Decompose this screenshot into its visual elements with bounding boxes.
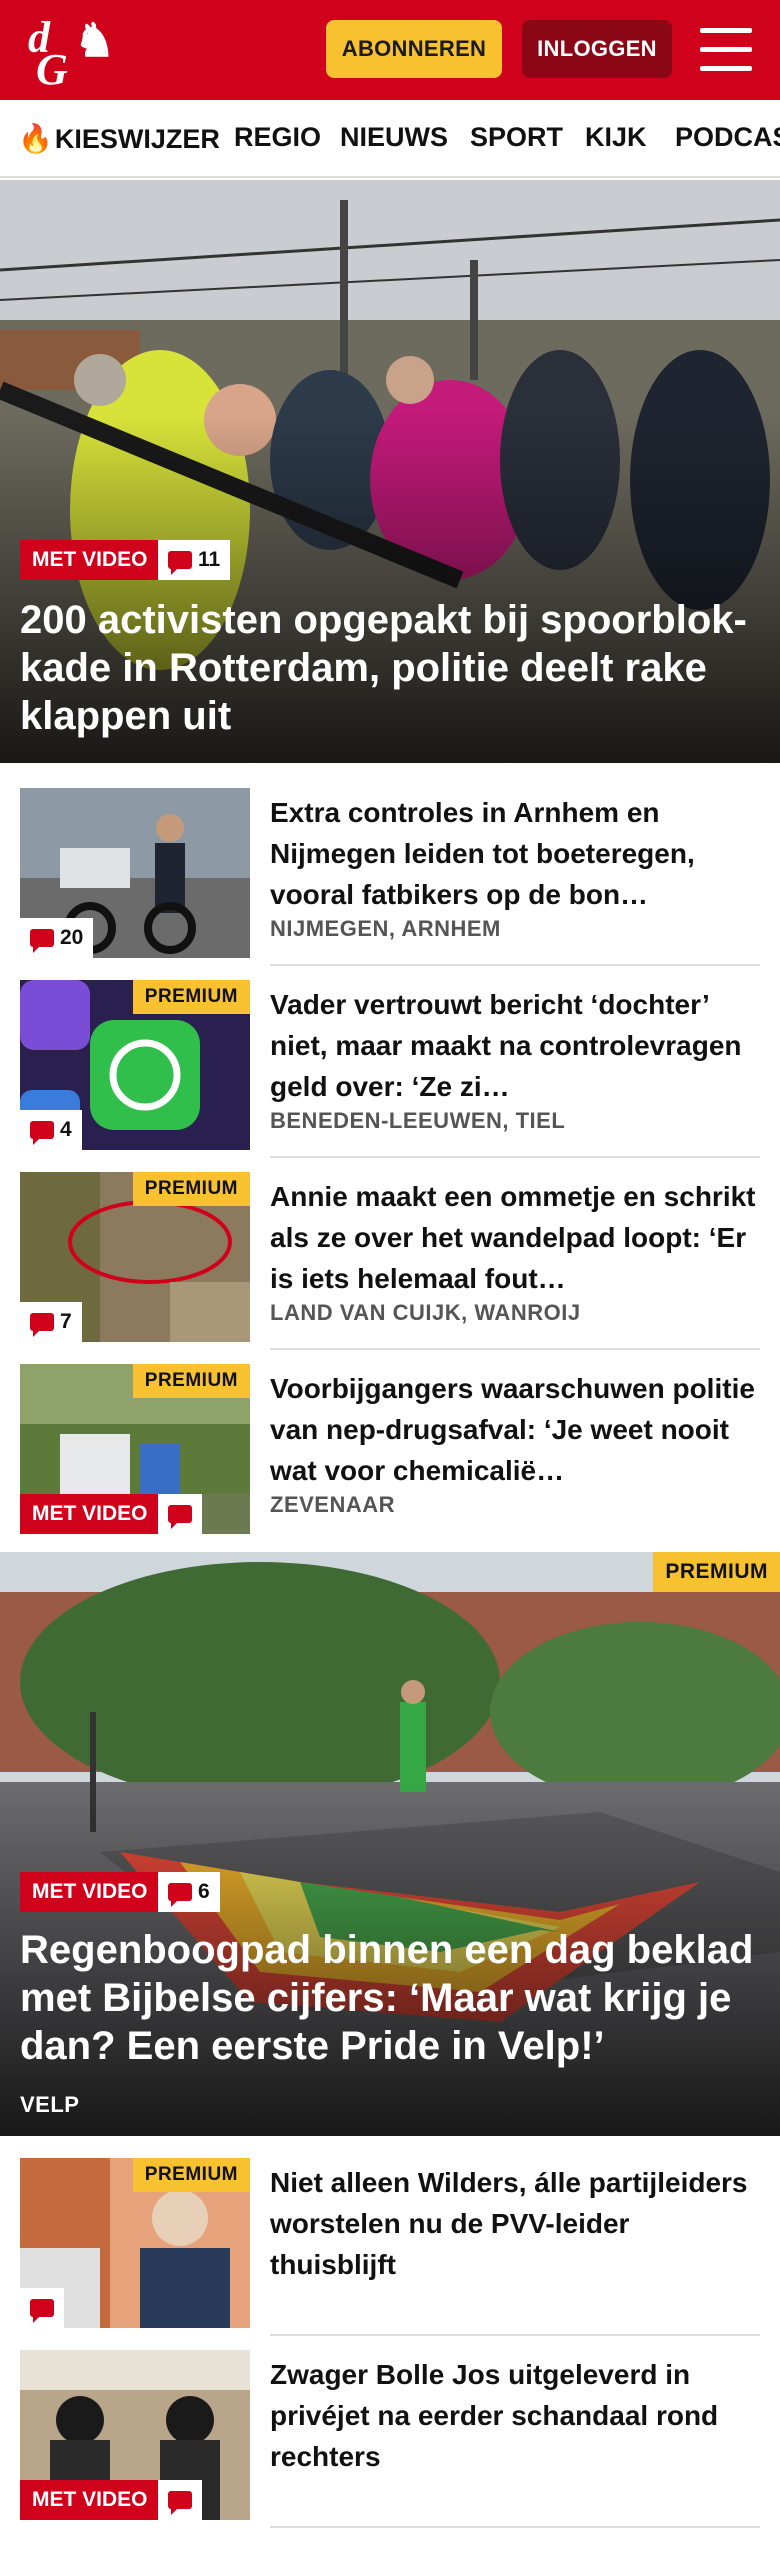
list-item[interactable]: PREMIUM MET VIDEO Voorbijgangers waarsch… [0,1350,780,1542]
comment-icon [168,551,192,575]
article-title: Voorbijgangers waarschuwen politie van n… [270,1373,755,1486]
flame-icon: 🔥 [18,123,53,154]
logo[interactable]: d G ♞ [24,12,116,94]
comment-count: 11 [158,540,231,580]
comment-count-value: 20 [60,926,84,949]
premium-badge: PREMIUM [653,1552,780,1592]
hero-title: 200 activisten opgepakt bij spoorblok­ka… [20,598,747,738]
video-badge: MET VIDEO [20,540,160,580]
article-thumbnail: PREMIUM 7 [20,1172,250,1342]
premium-badge: PREMIUM [132,2158,250,2192]
comment-count: 6 [158,1872,220,1912]
comment-icon [30,1313,54,1337]
comment-count-value: 6 [198,1880,210,1903]
site-header: d G ♞ ABONNEREN INLOGGEN [0,0,780,100]
article-location: BENEDEN-LEEUWEN, TIEL [270,1108,566,1133]
article-location: NIJMEGEN, ARNHEM [270,916,501,941]
list-item[interactable]: 20 Extra controles in Arnhem en Nijmegen… [0,774,780,966]
divider [270,2526,760,2528]
article-thumbnail: PREMIUM 4 [20,980,250,1150]
comment-icon [168,1883,192,1907]
nav-label: KIESWIJZER [54,124,220,154]
menu-icon[interactable] [700,28,752,72]
nav-item-kijk[interactable]: KIJK [585,122,647,153]
nav-item-nieuws[interactable]: NIEUWS [340,122,448,153]
article-location: VELP [20,2092,80,2117]
main-nav: 🔥KIESWIJZER REGIO NIEUWS SPORT KIJK PODC… [0,100,780,178]
comment-icon [30,929,54,953]
comment-count-value: 7 [60,1310,72,1333]
article-title: Vader vertrouwt bericht ‘dochter’ niet, … [270,989,742,1102]
comment-count [20,2288,64,2328]
article-location: LAND VAN CUIJK, WANROIJ [270,1300,581,1325]
comment-count-value: 4 [60,1118,72,1141]
article-thumbnail: MET VIDEO [20,2350,250,2520]
horse-emblem-icon: ♞ [74,15,116,66]
article-thumbnail: PREMIUM [20,2158,250,2328]
hero-title: Regenboogpad binnen een dag beklad met B… [20,1928,754,2068]
list-item[interactable]: PREMIUM Niet alleen Wilders, álle partij… [0,2144,780,2336]
comment-count: 7 [20,1302,82,1342]
article-location: ZEVENAAR [270,1492,396,1517]
hero-article-1[interactable]: MET VIDEO 11 200 activisten opgepakt bij… [0,180,780,763]
article-thumbnail: PREMIUM MET VIDEO [20,1364,250,1534]
hero-article-2[interactable]: PREMIUM MET VIDEO 6 Regenboogpad binnen … [0,1552,780,2136]
premium-badge: PREMIUM [132,980,250,1014]
comment-count-value: 11 [198,548,221,571]
comment-icon [168,1505,192,1529]
premium-badge: PREMIUM [132,1172,250,1206]
login-button[interactable]: INLOGGEN [522,20,672,78]
comment-icon [30,2299,54,2323]
article-thumbnail: 20 [20,788,250,958]
comment-icon [168,2491,192,2515]
subscribe-button[interactable]: ABONNEREN [326,20,502,78]
article-title: Extra controles in Arnhem en Nijmegen le… [270,797,695,910]
nav-item-kieswijzer[interactable]: 🔥KIESWIJZER [18,122,220,155]
comment-icon [30,1121,54,1145]
list-item[interactable]: PREMIUM 4 Vader vertrouwt bericht ‘docht… [0,966,780,1158]
list-item[interactable]: MET VIDEO Zwager Bolle Jos uitgeleverd i… [0,2336,780,2528]
comment-count [158,2480,202,2520]
comment-count: 20 [20,918,94,958]
list-item[interactable]: PREMIUM 7 Annie maakt een ommetje en sch… [0,1158,780,1350]
comment-count [158,1494,202,1534]
nav-item-sport[interactable]: SPORT [470,122,563,153]
article-title: Niet alleen Wilders, álle partijlei­ders… [270,2167,748,2280]
premium-badge: PREMIUM [132,1364,250,1398]
video-badge: MET VIDEO [20,1872,160,1912]
article-title: Annie maakt een ommetje en schrikt als z… [270,1181,756,1294]
comment-count: 4 [20,1110,82,1150]
nav-item-podcast[interactable]: PODCAS [675,122,780,153]
article-title: Zwager Bolle Jos uitgeleverd in privéjet… [270,2359,719,2472]
nav-item-regio[interactable]: REGIO [234,122,321,153]
video-badge: MET VIDEO [20,1494,160,1534]
video-badge: MET VIDEO [20,2480,160,2520]
